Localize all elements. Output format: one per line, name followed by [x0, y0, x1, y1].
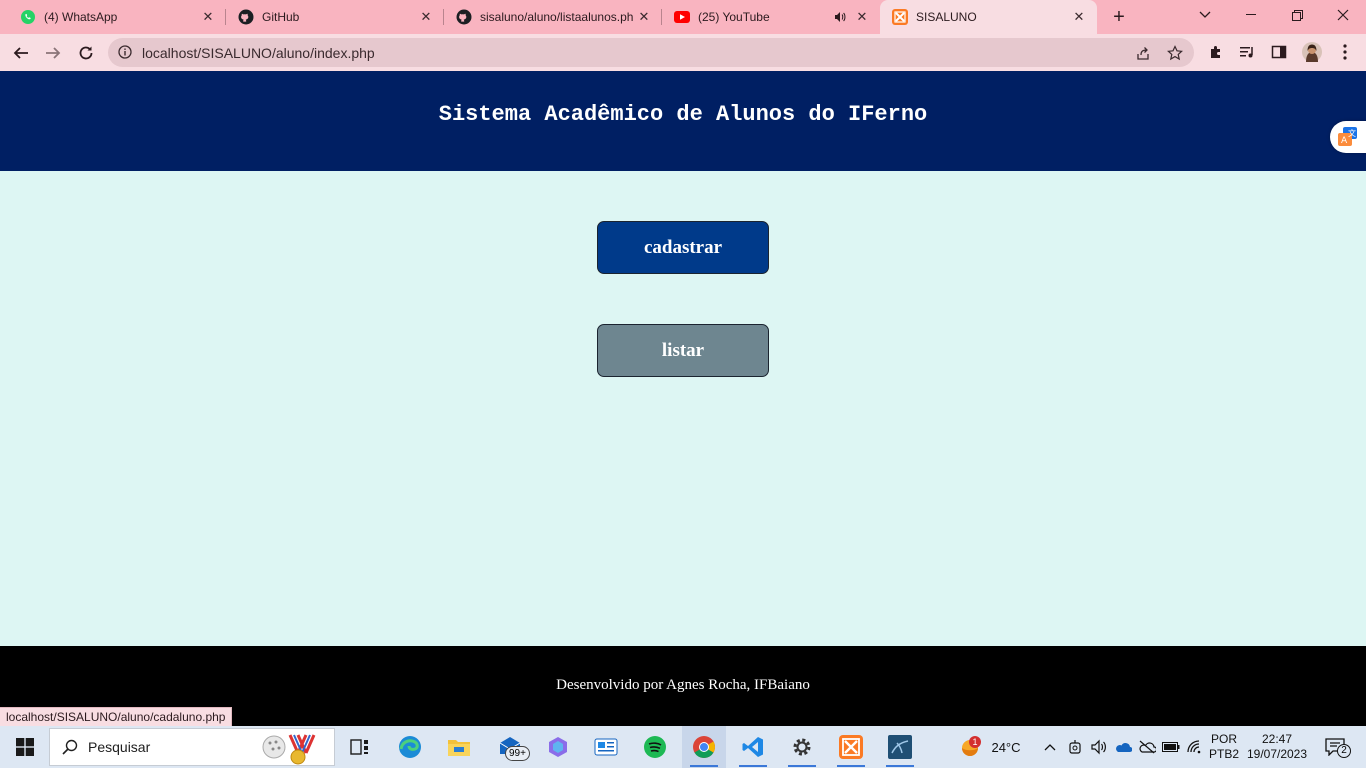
notifications-badge: 2 — [1337, 744, 1351, 758]
back-button[interactable] — [8, 40, 34, 66]
github-icon — [456, 9, 472, 25]
taskbar-search-input[interactable]: Pesquisar — [49, 728, 335, 766]
notifications-icon[interactable]: 2 — [1318, 726, 1352, 768]
status-bar-url: localhost/SISALUNO/aluno/cadaluno.php — [0, 707, 233, 727]
news-icon[interactable] — [584, 726, 628, 768]
tab-github[interactable]: GitHub ✕ — [226, 0, 444, 34]
file-explorer-icon[interactable] — [437, 726, 481, 768]
mail-badge: 99+ — [505, 746, 530, 761]
profile-avatar[interactable] — [1302, 42, 1322, 62]
site-header: Sistema Acadêmico de Alunos do IFerno — [0, 71, 1366, 171]
weather-badge: 1 — [969, 736, 981, 748]
date-text: 19/07/2023 — [1246, 747, 1308, 761]
mysql-workbench-icon[interactable] — [878, 726, 922, 768]
tab-title: GitHub — [262, 10, 300, 24]
page-title: Sistema Acadêmico de Alunos do IFerno — [438, 102, 928, 127]
browser-tab-strip: (4) WhatsApp ✕ GitHub ✕ sisaluno/aluno/l… — [0, 0, 1366, 34]
reload-button[interactable] — [73, 40, 99, 66]
restore-button[interactable] — [1274, 0, 1320, 30]
web-page: Sistema Acadêmico de Alunos do IFerno A文… — [0, 71, 1366, 726]
tab-title: sisaluno/aluno/listaalunos.ph — [480, 10, 634, 24]
tab-title: (4) WhatsApp — [44, 10, 118, 24]
speaker-icon[interactable] — [834, 11, 846, 23]
footer-text: Desenvolvido por Agnes Rocha, IFBaiano — [556, 677, 810, 693]
address-bar[interactable]: localhost/SISALUNO/aluno/index.php — [108, 38, 1194, 67]
temperature-text[interactable]: 24°C — [986, 726, 1026, 768]
cadastrar-button[interactable]: cadastrar — [597, 221, 769, 274]
keyboard-text: PTB2 — [1208, 747, 1239, 761]
tab-search-chevron-icon[interactable] — [1182, 0, 1228, 30]
browser-toolbar: localhost/SISALUNO/aluno/index.php — [0, 34, 1366, 71]
media-controls-icon[interactable] — [1237, 42, 1257, 62]
windows-taskbar: Pesquisar 99+ 1 24°C POR PTB2 22:47 19/0… — [0, 726, 1366, 768]
chevron-up-icon[interactable] — [1040, 726, 1060, 768]
translate-extension-icon[interactable]: A文 — [1330, 121, 1366, 153]
mail-icon[interactable]: 99+ — [489, 726, 533, 768]
onedrive-offline-icon[interactable] — [1136, 726, 1158, 768]
close-icon[interactable]: ✕ — [200, 9, 216, 25]
copilot-icon[interactable] — [536, 726, 580, 768]
tab-whatsapp[interactable]: (4) WhatsApp ✕ — [0, 0, 226, 34]
task-view-icon[interactable] — [338, 726, 382, 768]
search-highlight-icon — [260, 733, 330, 768]
github-icon — [238, 9, 254, 25]
weather-icon[interactable]: 1 — [955, 726, 985, 768]
language-indicator[interactable]: POR PTB2 — [1206, 726, 1242, 768]
meet-icon[interactable] — [1064, 726, 1086, 768]
chrome-icon[interactable] — [682, 726, 726, 768]
wifi-icon[interactable] — [1184, 726, 1206, 768]
tab-title: SISALUNO — [916, 10, 977, 24]
more-menu-icon[interactable] — [1335, 42, 1355, 62]
time-text: 22:47 — [1261, 732, 1293, 746]
volume-icon[interactable] — [1088, 726, 1110, 768]
tab-youtube[interactable]: (25) YouTube ✕ — [662, 0, 880, 34]
vscode-icon[interactable] — [731, 726, 775, 768]
battery-icon[interactable] — [1160, 726, 1182, 768]
close-icon[interactable]: ✕ — [1071, 9, 1087, 25]
spotify-icon[interactable] — [633, 726, 677, 768]
search-icon — [62, 739, 78, 755]
tab-sisaluno[interactable]: SISALUNO ✕ — [880, 0, 1097, 34]
extensions-puzzle-icon[interactable] — [1206, 42, 1226, 62]
close-icon[interactable]: ✕ — [854, 9, 870, 25]
close-window-button[interactable] — [1320, 0, 1366, 30]
minimize-button[interactable] — [1228, 0, 1274, 30]
listar-button[interactable]: listar — [597, 324, 769, 377]
share-icon[interactable] — [1134, 44, 1152, 62]
tab-title: (25) YouTube — [698, 10, 770, 24]
svg-text:A: A — [1341, 136, 1348, 146]
windows-start-icon[interactable] — [4, 726, 46, 768]
xampp-icon[interactable] — [829, 726, 873, 768]
language-text: POR — [1210, 732, 1237, 746]
search-placeholder: Pesquisar — [88, 739, 151, 755]
url-text: localhost/SISALUNO/aluno/index.php — [142, 45, 375, 61]
close-icon[interactable]: ✕ — [636, 9, 652, 25]
settings-gear-icon[interactable] — [780, 726, 824, 768]
new-tab-button[interactable]: + — [1108, 6, 1130, 28]
site-info-icon[interactable] — [118, 45, 132, 62]
tab-listaalunos[interactable]: sisaluno/aluno/listaalunos.ph ✕ — [444, 0, 662, 34]
bookmark-star-icon[interactable] — [1166, 44, 1184, 62]
svg-text:文: 文 — [1348, 128, 1356, 138]
onedrive-icon[interactable] — [1112, 726, 1134, 768]
side-panel-icon[interactable] — [1269, 42, 1289, 62]
xampp-icon — [892, 9, 908, 25]
close-icon[interactable]: ✕ — [418, 9, 434, 25]
youtube-icon — [674, 9, 690, 25]
clock[interactable]: 22:47 19/07/2023 — [1244, 726, 1310, 768]
edge-icon[interactable] — [388, 726, 432, 768]
whatsapp-icon — [20, 9, 36, 25]
forward-button[interactable] — [40, 40, 66, 66]
